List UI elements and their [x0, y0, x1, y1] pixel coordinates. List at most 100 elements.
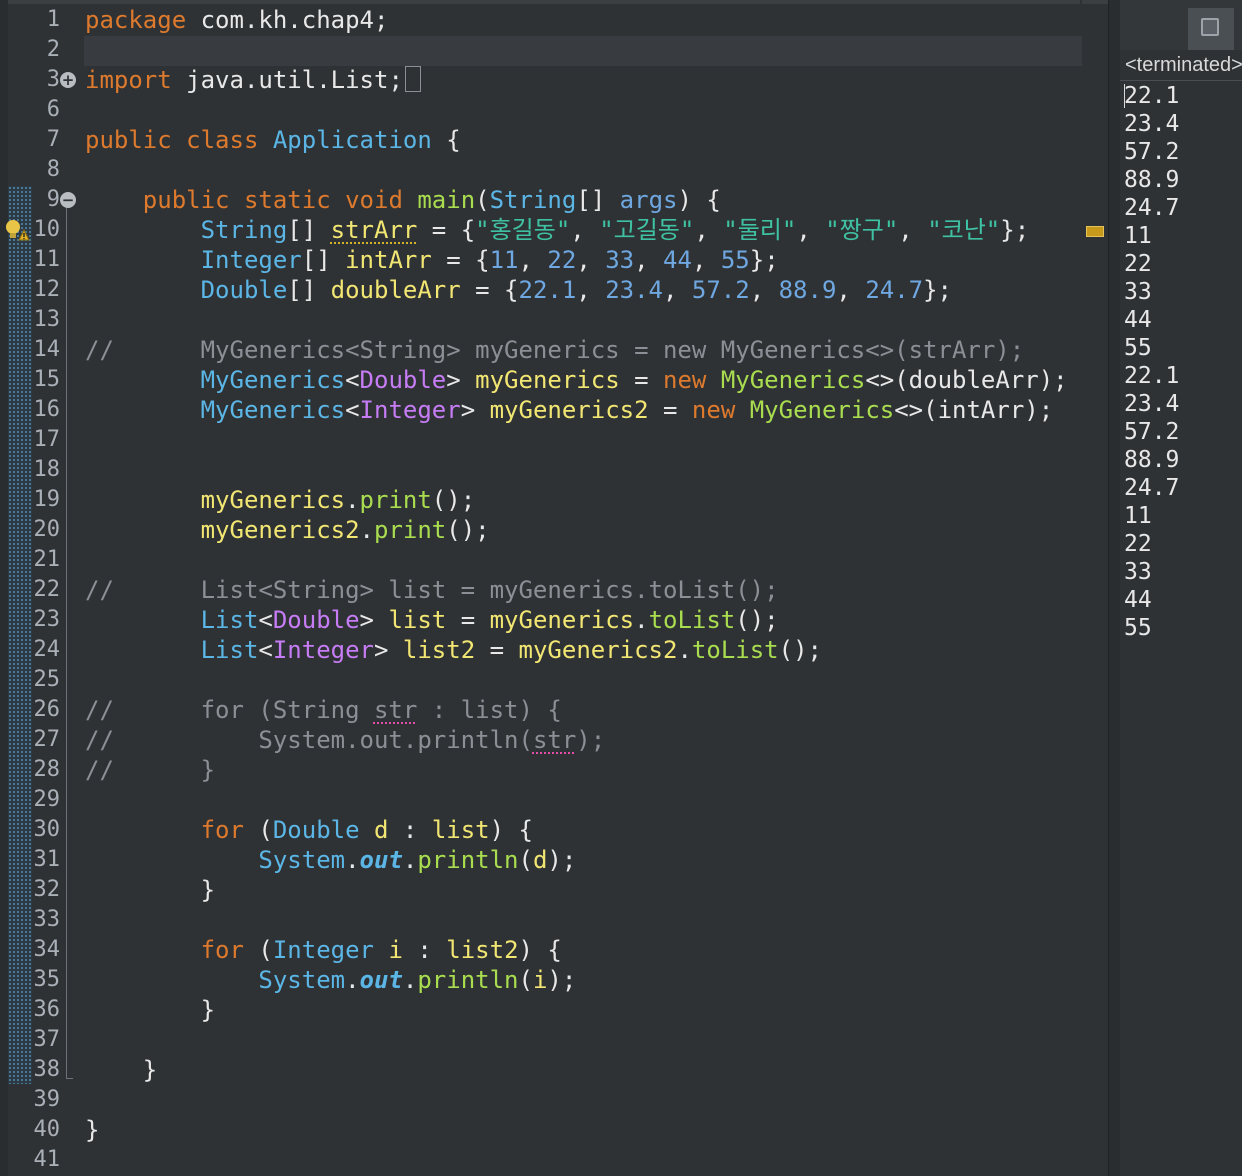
code-editor[interactable]: 1 package com.kh.chap4; 2 3 + import java.uti… [0, 0, 1108, 1176]
code-line[interactable]: 37 [0, 1025, 1108, 1055]
code-line[interactable]: 40} [0, 1115, 1108, 1145]
code-line[interactable]: 17 [0, 425, 1108, 455]
code-line[interactable]: 1 package com.kh.chap4; [0, 5, 1108, 35]
code-token: = [648, 396, 692, 424]
code-line[interactable]: 23 List<Double> list = myGenerics.toList… [0, 605, 1108, 635]
code-line[interactable]: 20 myGenerics2.print(); [0, 515, 1108, 545]
code-text: package com.kh.chap4; [85, 5, 388, 35]
code-token: . [345, 486, 360, 514]
code-text: public class Application { [85, 125, 461, 155]
code-line[interactable]: 38 } [0, 1055, 1108, 1085]
code-line[interactable]: 7 public class Application { [0, 125, 1108, 155]
maximize-icon [1201, 18, 1219, 36]
code-token: , [518, 246, 548, 274]
code-line[interactable]: 21 [0, 545, 1108, 575]
code-line[interactable]: 33 [0, 905, 1108, 935]
line-number: 21 [33, 547, 61, 572]
code-line[interactable]: 39 [0, 1085, 1108, 1115]
code-text: System.out.println(i); [85, 965, 576, 995]
code-text: List<Double> list = myGenerics.toList(); [85, 605, 779, 635]
code-token: toList [648, 606, 736, 634]
code-token: list2 [446, 936, 519, 964]
warning-lightbulb-icon[interactable] [4, 218, 30, 242]
code-line[interactable]: 28 // } [0, 755, 1108, 785]
console-output-line: 11 [1124, 223, 1152, 249]
console-output-line: 23.4 [1124, 391, 1180, 417]
code-token: ( [243, 936, 273, 964]
code-line[interactable]: 14 // MyGenerics<String> myGenerics = new… [0, 335, 1108, 365]
line-number: 8 [46, 157, 60, 182]
code-text: String[] strArr = {"홍길동", "고길동", "둘리", "… [85, 215, 1030, 245]
code-line[interactable]: 36 } [0, 995, 1108, 1025]
code-line[interactable]: 30 for (Double d : list) { [0, 815, 1108, 845]
line-number: 15 [33, 367, 61, 392]
code-token: }; [749, 246, 779, 274]
overview-warning-marker[interactable] [1086, 226, 1104, 237]
code-line[interactable]: 25 [0, 665, 1108, 695]
code-token: , [694, 216, 724, 244]
code-token: > [374, 636, 403, 664]
code-line[interactable]: 32 } [0, 875, 1108, 905]
folded-imports-indicator[interactable] [404, 66, 421, 92]
code-line[interactable]: 34 for (Integer i : list2) { [0, 935, 1108, 965]
code-token: static [243, 186, 331, 214]
code-line[interactable]: 18 [0, 455, 1108, 485]
code-token: List [200, 606, 259, 634]
line-number: 24 [33, 637, 61, 662]
code-line[interactable]: 24 List<Integer> list2 = myGenerics2.toL… [0, 635, 1108, 665]
code-line[interactable]: 2 [0, 35, 1108, 65]
code-token: MyGenerics [200, 366, 346, 394]
console-toolbar [1120, 0, 1242, 50]
plus-circle-icon[interactable]: + [60, 72, 76, 88]
code-token: Double [272, 816, 360, 844]
code-line[interactable]: 11 Integer[] intArr = {11, 22, 33, 44, 5… [0, 245, 1108, 275]
line-number: 30 [33, 817, 61, 842]
code-token: (); [735, 606, 779, 634]
minus-circle-icon[interactable]: − [60, 192, 76, 208]
code-text: // for (String str : list) { [85, 695, 562, 725]
code-token: MyGenerics [200, 396, 346, 424]
code-token: = [619, 366, 664, 394]
console-output-line: 33 [1124, 559, 1152, 585]
code-token: : list) { [417, 696, 562, 724]
code-line[interactable]: 13 [0, 305, 1108, 335]
maximize-button[interactable] [1188, 8, 1234, 50]
code-line[interactable]: 26 // for (String str : list) { [0, 695, 1108, 725]
code-line[interactable]: 9− public static void main(String[] args… [0, 185, 1108, 215]
code-token: , [576, 276, 606, 304]
code-line[interactable]: 19 myGenerics.print(); [0, 485, 1108, 515]
code-line[interactable]: 3 + import java.util.List; [0, 65, 1108, 95]
console-output-line: 57.2 [1124, 419, 1180, 445]
code-token: . [634, 606, 649, 634]
code-text: List<Integer> list2 = myGenerics2.toList… [85, 635, 822, 665]
line-number: 19 [33, 487, 61, 512]
code-token: "코난" [927, 216, 1001, 244]
code-line[interactable]: 29 [0, 785, 1108, 815]
code-line[interactable]: 35 System.out.println(i); [0, 965, 1108, 995]
code-line[interactable]: 16 MyGenerics<Integer> myGenerics2 = new… [0, 395, 1108, 425]
code-token: , [663, 276, 692, 304]
code-line[interactable]: 27 // System.out.println(str); [0, 725, 1108, 755]
code-line[interactable]: 6 [0, 95, 1108, 125]
code-line[interactable]: 8 [0, 155, 1108, 185]
code-token: 55 [720, 246, 750, 274]
code-token: [] [301, 246, 346, 274]
code-line[interactable]: 31 System.out.println(d); [0, 845, 1108, 875]
code-token: <>(doubleArr); [865, 366, 1068, 394]
line-number: 1 [46, 7, 60, 32]
code-line[interactable]: 12 Double[] doubleArr = {22.1, 23.4, 57.… [0, 275, 1108, 305]
code-token: 23.4 [605, 276, 663, 304]
code-token: 33 [605, 246, 635, 274]
code-token: . [359, 516, 374, 544]
code-line[interactable]: 10 String[] strArr = {"홍길동", "고길동", "둘리"… [0, 215, 1108, 245]
code-line[interactable]: 41 [0, 1145, 1108, 1175]
code-line[interactable]: 22 // List<String> list = myGenerics.toLi… [0, 575, 1108, 605]
code-line[interactable]: 15 MyGenerics<Double> myGenerics = new M… [0, 365, 1108, 395]
